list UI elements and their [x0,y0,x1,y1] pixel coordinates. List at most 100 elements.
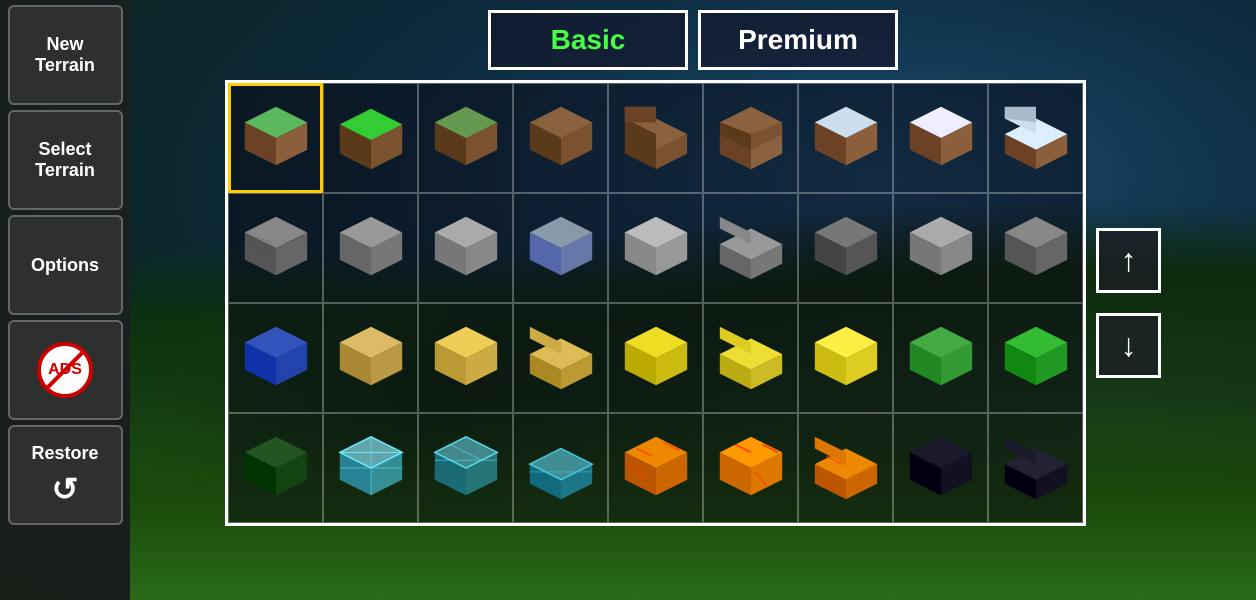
block-stone-light-icon [617,209,695,287]
terrain-cell-3-5[interactable] [703,413,798,523]
terrain-cell-2-1[interactable] [323,303,418,413]
terrain-cell-0-5[interactable] [703,83,798,193]
block-green-block-icon [997,319,1075,397]
terrain-cell-2-4[interactable] [608,303,703,413]
tab-basic-label: Basic [551,24,626,56]
block-blue-icon [237,319,315,397]
block-lava2-icon [712,429,790,507]
terrain-cell-0-3[interactable] [513,83,608,193]
block-obsidian-step-icon [997,429,1075,507]
select-terrain-label2: Terrain [35,160,95,181]
block-wood-step-icon [522,319,600,397]
terrain-cell-3-6[interactable] [798,413,893,523]
options-button[interactable]: Options [8,215,123,315]
block-stone-dkgrey-icon [997,209,1075,287]
block-dirt-step-icon [617,99,695,177]
restore-icon: ↺ [52,470,79,508]
scroll-arrows: ↑ ↓ [1096,228,1161,378]
scroll-up-button[interactable]: ↑ [1096,228,1161,293]
restore-label: Restore [31,443,98,464]
terrain-cell-2-8[interactable] [988,303,1083,413]
block-wood-plank-icon [332,319,410,397]
options-label: Options [31,255,99,276]
block-diamond-icon [332,429,410,507]
terrain-cell-0-0[interactable] [228,83,323,193]
ads-button[interactable]: ADS [8,320,123,420]
block-stone-blue-icon [522,209,600,287]
block-green-dark-icon [237,429,315,507]
terrain-cell-2-6[interactable] [798,303,893,413]
block-diamond-step-icon [522,429,600,507]
terrain-cell-1-3[interactable] [513,193,608,303]
terrain-cell-0-1[interactable] [323,83,418,193]
block-grass-full-icon [237,99,315,177]
terrain-cell-2-3[interactable] [513,303,608,413]
select-terrain-button[interactable]: Select Terrain [8,110,123,210]
terrain-cell-0-7[interactable] [893,83,988,193]
block-stone-dark-icon [807,209,885,287]
terrain-cell-1-5[interactable] [703,193,798,303]
tab-basic[interactable]: Basic [488,10,688,70]
scroll-down-button[interactable]: ↓ [1096,313,1161,378]
block-stone2-icon [332,209,410,287]
block-dirt-grass-icon [427,99,505,177]
terrain-cell-0-4[interactable] [608,83,703,193]
terrain-cell-1-8[interactable] [988,193,1083,303]
block-snow-step-icon [997,99,1075,177]
block-stone-grey-icon [902,209,980,287]
terrain-cell-0-6[interactable] [798,83,893,193]
block-snow-full-icon [807,99,885,177]
terrain-cell-3-0[interactable] [228,413,323,523]
sidebar: New Terrain Select Terrain Options ADS R… [0,0,130,600]
terrain-cell-1-0[interactable] [228,193,323,303]
block-stone1-icon [237,209,315,287]
terrain-cell-1-1[interactable] [323,193,418,303]
block-yellow-step-icon [712,319,790,397]
restore-button[interactable]: Restore ↺ [8,425,123,525]
block-diamond-flat-icon [427,429,505,507]
terrain-cell-3-4[interactable] [608,413,703,523]
new-terrain-label2: Terrain [35,55,95,76]
block-dirt-step2-icon [712,99,790,177]
terrain-cell-3-3[interactable] [513,413,608,523]
block-lava-step-icon [807,429,885,507]
select-terrain-label: Select [38,139,91,160]
block-green-mossy-icon [902,319,980,397]
terrain-cell-1-7[interactable] [893,193,988,303]
terrain-cell-2-5[interactable] [703,303,798,413]
ads-circle-icon: ADS [37,342,93,398]
terrain-cell-3-1[interactable] [323,413,418,523]
block-lava1-icon [617,429,695,507]
tab-premium-label: Premium [738,24,858,56]
block-obsidian-icon [902,429,980,507]
block-stone-step-icon [712,209,790,287]
tab-premium[interactable]: Premium [698,10,898,70]
terrain-cell-0-2[interactable] [418,83,513,193]
main-content: Basic Premium [130,0,1256,600]
down-arrow-icon: ↓ [1121,327,1137,364]
terrain-cell-3-7[interactable] [893,413,988,523]
tab-bar: Basic Premium [293,10,1093,70]
terrain-cell-2-7[interactable] [893,303,988,413]
block-wood-flat-icon [427,319,505,397]
up-arrow-icon: ↑ [1121,242,1137,279]
block-dirt-icon [522,99,600,177]
terrain-grid [225,80,1086,526]
ads-text: ADS [48,361,82,379]
block-snow-flat-icon [902,99,980,177]
grid-container: ↑ ↓ [225,80,1161,526]
terrain-cell-1-2[interactable] [418,193,513,303]
terrain-cell-1-6[interactable] [798,193,893,303]
terrain-cell-2-0[interactable] [228,303,323,413]
block-yellow-flat-icon [807,319,885,397]
block-stone3-icon [427,209,505,287]
terrain-cell-3-2[interactable] [418,413,513,523]
block-yellow-bright-icon [617,319,695,397]
terrain-cell-2-2[interactable] [418,303,513,413]
terrain-cell-1-4[interactable] [608,193,703,303]
terrain-cell-0-8[interactable] [988,83,1083,193]
block-grass-flat-icon [332,99,410,177]
terrain-cell-3-8[interactable] [988,413,1083,523]
new-terrain-button[interactable]: New Terrain [8,5,123,105]
new-terrain-label: New [46,34,83,55]
